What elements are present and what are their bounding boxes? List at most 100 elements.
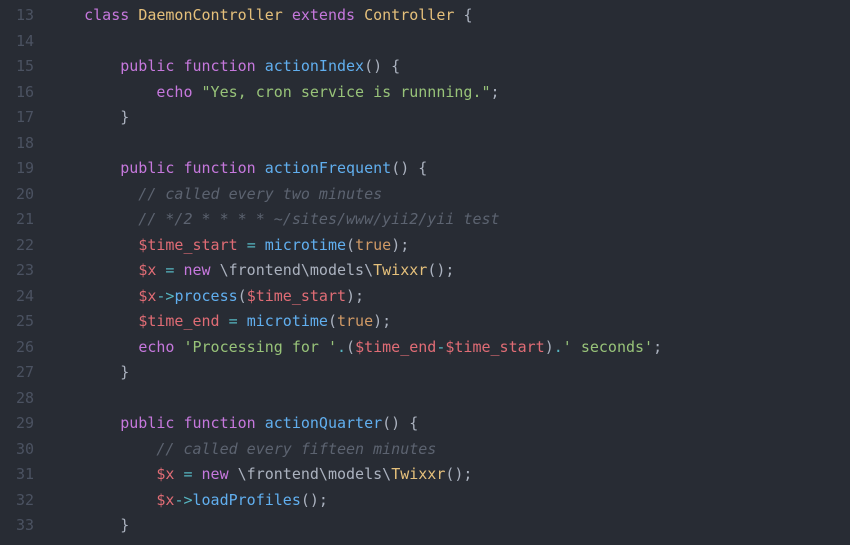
token-type: Twixxr: [391, 465, 445, 483]
line-number: 14: [0, 29, 34, 55]
line-number: 17: [0, 105, 34, 131]
token-var: $time_end: [138, 312, 219, 330]
token-punct: [220, 312, 229, 330]
code-line[interactable]: $time_start = microtime(true);: [48, 233, 850, 259]
token-op: =: [247, 236, 256, 254]
token-punct: ;: [653, 338, 662, 356]
code-line[interactable]: class DaemonController extends Controlle…: [48, 3, 850, 29]
line-number: 28: [0, 386, 34, 412]
token-var: $time_start: [138, 236, 237, 254]
token-punct: ;: [491, 83, 500, 101]
token-punct: (: [346, 338, 355, 356]
token-keyword: public: [120, 159, 183, 177]
token-var: $x: [156, 491, 174, 509]
code-line[interactable]: echo "Yes, cron service is runnning.";: [48, 80, 850, 106]
token-string: "Yes, cron service is runnning.": [202, 83, 491, 101]
code-line[interactable]: [48, 131, 850, 157]
line-number: 33: [0, 513, 34, 539]
token-comment: // called every fifteen minutes: [156, 440, 436, 458]
token-var: $time_start: [247, 287, 346, 305]
token-ns: \frontend\models\: [220, 261, 374, 279]
token-punct: [120, 287, 138, 305]
line-number: 27: [0, 360, 34, 386]
token-punct: [193, 465, 202, 483]
token-var: $x: [156, 465, 174, 483]
token-punct: [120, 261, 138, 279]
token-const: true: [337, 312, 373, 330]
token-var: $x: [138, 261, 156, 279]
token-punct: );: [373, 312, 391, 330]
line-number: 32: [0, 488, 34, 514]
code-line[interactable]: }: [48, 105, 850, 131]
token-keyword: new: [202, 465, 238, 483]
token-punct: [120, 312, 138, 330]
token-punct: ();: [427, 261, 454, 279]
code-area[interactable]: class DaemonController extends Controlle…: [48, 3, 850, 545]
code-line[interactable]: $x = new \frontend\models\Twixxr();: [48, 462, 850, 488]
token-punct: [238, 312, 247, 330]
token-func: loadProfiles: [193, 491, 301, 509]
code-line[interactable]: [48, 29, 850, 55]
token-op: .: [337, 338, 346, 356]
line-number: 18: [0, 131, 34, 157]
code-line[interactable]: $x->loadProfiles();: [48, 488, 850, 514]
code-line[interactable]: public function actionFrequent() {: [48, 156, 850, 182]
code-line[interactable]: }: [48, 360, 850, 386]
token-type: DaemonController: [138, 6, 292, 24]
token-var: $time_start: [445, 338, 544, 356]
token-keyword: echo: [156, 83, 201, 101]
token-func: actionQuarter: [265, 414, 382, 432]
line-number: 13: [0, 3, 34, 29]
code-line[interactable]: // called every fifteen minutes: [48, 437, 850, 463]
token-string: 'Processing for ': [183, 338, 337, 356]
token-op: =: [183, 465, 192, 483]
token-keyword: function: [183, 159, 264, 177]
line-number-gutter: 1314151617181920212223242526272829303132…: [0, 3, 48, 545]
code-line[interactable]: }: [48, 513, 850, 539]
token-op: ->: [156, 287, 174, 305]
line-number: 20: [0, 182, 34, 208]
code-line[interactable]: public function actionIndex() {: [48, 54, 850, 80]
token-op: ->: [174, 491, 192, 509]
line-number: 24: [0, 284, 34, 310]
code-editor[interactable]: 1314151617181920212223242526272829303132…: [0, 0, 850, 545]
token-punct: }: [120, 363, 129, 381]
token-func: process: [174, 287, 237, 305]
code-line[interactable]: $x->process($time_start);: [48, 284, 850, 310]
token-punct: () {: [364, 57, 400, 75]
code-line[interactable]: $x = new \frontend\models\Twixxr();: [48, 258, 850, 284]
token-keyword: function: [183, 57, 264, 75]
token-type: Twixxr: [373, 261, 427, 279]
token-punct: [120, 236, 138, 254]
token-keyword: new: [183, 261, 219, 279]
token-keyword: public: [120, 57, 183, 75]
token-func: actionIndex: [265, 57, 364, 75]
token-punct: }: [120, 516, 129, 534]
code-line[interactable]: // */2 * * * * ~/sites/www/yii2/yii test: [48, 207, 850, 233]
line-number: 21: [0, 207, 34, 233]
code-line[interactable]: // called every two minutes: [48, 182, 850, 208]
token-string: ' seconds': [563, 338, 653, 356]
token-punct: [238, 236, 247, 254]
token-ns: \frontend\models\: [238, 465, 392, 483]
code-line[interactable]: echo 'Processing for '.($time_end-$time_…: [48, 335, 850, 361]
token-punct: ();: [301, 491, 328, 509]
token-var: $time_end: [355, 338, 436, 356]
line-number: 25: [0, 309, 34, 335]
token-var: $x: [138, 287, 156, 305]
code-line[interactable]: public function actionQuarter() {: [48, 411, 850, 437]
code-line[interactable]: $time_end = microtime(true);: [48, 309, 850, 335]
token-comment: // */2 * * * * ~/sites/www/yii2/yii test: [120, 210, 499, 228]
line-number: 26: [0, 335, 34, 361]
line-number: 29: [0, 411, 34, 437]
token-const: true: [355, 236, 391, 254]
code-line[interactable]: [48, 386, 850, 412]
line-number: 30: [0, 437, 34, 463]
token-punct: () {: [382, 414, 418, 432]
line-number: 23: [0, 258, 34, 284]
token-keyword: function: [183, 414, 264, 432]
line-number: 19: [0, 156, 34, 182]
token-punct: ();: [445, 465, 472, 483]
line-number: 22: [0, 233, 34, 259]
token-keyword: class: [84, 6, 138, 24]
